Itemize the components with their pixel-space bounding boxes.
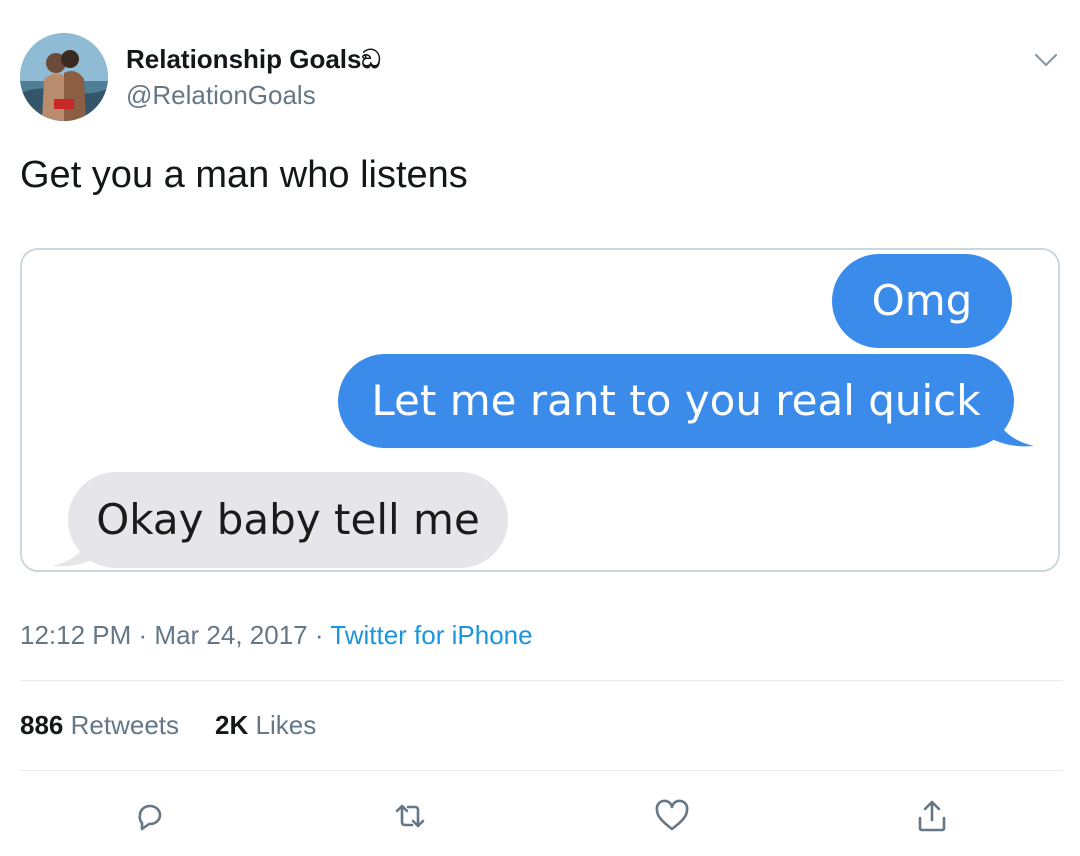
retweet-button[interactable] xyxy=(390,796,430,836)
divider xyxy=(20,770,1063,771)
tweet-source-link[interactable]: Twitter for iPhone xyxy=(330,620,532,650)
bubble-tail-icon xyxy=(994,410,1034,447)
tweet: Relationship Goalsඞ @RelationGoals Get y… xyxy=(0,0,1080,856)
tweet-timestamp: 12:12 PM · Mar 24, 2017 · Twitter for iP… xyxy=(20,620,533,651)
share-icon xyxy=(918,800,946,832)
share-button[interactable] xyxy=(912,796,952,836)
like-icon xyxy=(655,799,689,831)
likes-count: 2K xyxy=(215,710,249,740)
retweets-count: 886 xyxy=(20,710,64,740)
message-bubble-sent: Omg xyxy=(832,254,1012,348)
avatar[interactable] xyxy=(20,33,108,121)
meta-separator: · xyxy=(307,620,331,650)
tweet-stats: 886 Retweets 2K Likes xyxy=(20,710,316,741)
tweet-time[interactable]: 12:12 PM xyxy=(20,620,131,650)
retweet-icon xyxy=(395,804,425,828)
meta-separator: · xyxy=(131,620,155,650)
retweets-label: Retweets xyxy=(70,710,180,740)
retweets-stat[interactable]: 886 Retweets xyxy=(20,710,179,740)
author-display-name[interactable]: Relationship Goalsඞ xyxy=(126,44,381,76)
likes-stat[interactable]: 2K Likes xyxy=(215,710,316,740)
tweet-text: Get you a man who listens xyxy=(20,154,468,196)
tweet-media[interactable]: Omg Let me rant to you real quick Okay b… xyxy=(20,248,1060,572)
author-handle[interactable]: @RelationGoals xyxy=(126,80,316,111)
likes-label: Likes xyxy=(255,710,317,740)
avatar-photo-icon xyxy=(20,33,108,121)
message-bubble-received: Okay baby tell me xyxy=(68,472,508,568)
chevron-down-icon[interactable] xyxy=(1032,46,1060,74)
bubble-tail-icon xyxy=(52,530,92,567)
like-button[interactable] xyxy=(652,796,692,836)
divider xyxy=(20,680,1063,681)
tweet-date[interactable]: Mar 24, 2017 xyxy=(154,620,307,650)
reply-button[interactable] xyxy=(130,796,170,836)
message-bubble-sent: Let me rant to you real quick xyxy=(338,354,1014,448)
reply-icon xyxy=(138,804,162,831)
